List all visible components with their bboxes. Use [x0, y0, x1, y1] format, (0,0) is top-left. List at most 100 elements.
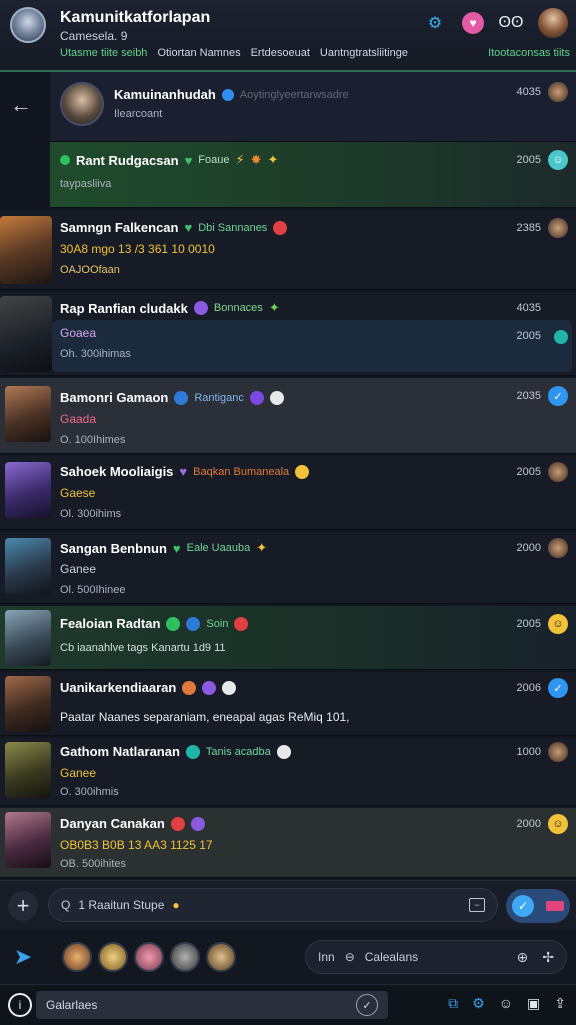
- story-avatar[interactable]: [98, 942, 128, 972]
- chat-item[interactable]: Sangan Benbnun ♥ Eale Uaauba ✦ Ganee Ol. 50…: [0, 532, 576, 604]
- smile-icon[interactable]: ☺: [499, 995, 513, 1012]
- header-tabs: Utasme tiite seibh Otiortan Namnes Ertde…: [60, 47, 570, 59]
- chat-time: 2005: [516, 466, 541, 478]
- chat-name: Fealoian Radtan Soin: [60, 616, 249, 631]
- search-icon: Q: [61, 898, 71, 912]
- chat-name: Rap Ranfian cludakk Bonnaces ✦: [60, 300, 280, 316]
- chat-mode-icon[interactable]: ✓: [512, 895, 534, 917]
- confirm-icon[interactable]: ✓: [356, 994, 378, 1016]
- sticker-icon[interactable]: ●: [172, 898, 179, 912]
- chat-item[interactable]: Gathom Natlaranan Tanis acadba Ganee O. 3…: [0, 738, 576, 806]
- network-icon[interactable]: ⚙: [422, 10, 448, 36]
- chat-message: Gaada: [60, 412, 97, 426]
- chat-time: 2385: [516, 222, 541, 234]
- search-label: Calealans: [364, 950, 419, 964]
- story-avatar[interactable]: [62, 942, 92, 972]
- add-attachment-button[interactable]: +: [8, 891, 38, 921]
- chat-item[interactable]: Sahoek Mooliaigis ♥ Baqkan Bumaneala Gaese…: [0, 456, 576, 530]
- app-header: Kamunitkatforlapan Camesela. 9 Utasme ti…: [0, 0, 576, 72]
- app-subtitle: Camesela. 9: [60, 29, 128, 43]
- chat-item[interactable]: Bamonri Gamaon Rantiganc Gaada O. 100Ihim…: [0, 378, 576, 454]
- verified-icon: ✓: [548, 678, 568, 698]
- zoom-icon[interactable]: ⊕: [517, 949, 529, 966]
- chat-item[interactable]: Kamuinanhudah Aoytinglyeertarwsadre Ilear…: [50, 72, 576, 142]
- chat-item[interactable]: Rant Rudgacsan ♥ Foaue ⚡ ✸ ✦ taypasliiva 2005…: [50, 142, 576, 208]
- search-field[interactable]: Inn ⊖ Calealans ⊕ ✢: [305, 940, 567, 974]
- story-avatars: [62, 942, 236, 972]
- contact-avatar: [0, 216, 52, 284]
- chat-time: 2005: [516, 154, 541, 166]
- chat-status: O. 300ihmis: [60, 786, 119, 798]
- image-icon[interactable]: ▣: [527, 995, 540, 1012]
- chat-message: Gaese: [60, 486, 96, 500]
- chat-status: Ol. 300ihims: [60, 508, 122, 520]
- app-title: Kamunitkatforlapan: [60, 9, 211, 26]
- chat-name: Uanikarkendiaaran: [60, 680, 237, 695]
- chat-message: Goaea: [60, 326, 97, 340]
- bottom-input[interactable]: Galarlaes ✓: [36, 991, 388, 1019]
- search-prefix: Inn: [318, 950, 335, 964]
- stories-bar: ➤ Inn ⊖ Calealans ⊕ ✢: [0, 930, 576, 984]
- chat-item[interactable]: Uanikarkendiaaran Paatar Naanes separani…: [0, 672, 576, 736]
- bottom-input-text: Galarlaes: [46, 998, 98, 1012]
- message-bubble: [52, 320, 572, 372]
- chat-item[interactable]: Samngn Falkencan ♥ Dbi Sannanes 30A8 mgo 1…: [0, 210, 576, 290]
- chat-name: Sangan Benbnun ♥ Eale Uaauba ✦: [60, 540, 268, 556]
- composer-placeholder: 1 Raaitun Stupe: [78, 898, 165, 912]
- mode-toggle[interactable]: ✓: [506, 889, 570, 923]
- search-icon: ⊖: [344, 950, 355, 964]
- story-avatar[interactable]: [170, 942, 200, 972]
- chat-time-secondary: 2005: [516, 330, 541, 342]
- message-composer: + Q 1 Raaitun Stupe ● − ✓: [0, 880, 576, 931]
- chat-message: OB0B3 B0B 13 AA3 1125 17: [60, 838, 213, 852]
- mini-avatar: [548, 742, 568, 762]
- share-icon[interactable]: ⇪: [554, 995, 566, 1012]
- chat-status: O. 100Ihimes: [60, 434, 126, 446]
- chat-name: Samngn Falkencan ♥ Dbi Sannanes: [60, 220, 288, 235]
- user-avatar[interactable]: [10, 7, 46, 43]
- chat-message: Ganee: [60, 766, 97, 780]
- story-avatar[interactable]: [134, 942, 164, 972]
- contact-avatar: [5, 462, 51, 518]
- tab-3[interactable]: Uantngtratsliitinge: [320, 47, 408, 59]
- chat-time: 2005: [516, 618, 541, 630]
- pin-icon[interactable]: ✢: [542, 949, 554, 966]
- chat-status: Cb iaanahlve tags Kanartu 1d9 11: [60, 642, 226, 654]
- chat-name: Kamuinanhudah Aoytinglyeertarwsadre: [114, 87, 349, 102]
- tab-4[interactable]: Itootaconsas tiits: [488, 47, 570, 59]
- tab-1[interactable]: Otiortan Namnes: [157, 47, 240, 59]
- sound-icon[interactable]: ʘʘ: [498, 10, 524, 36]
- bottom-toolbar: ⧉ ⚙ ☺ ▣ ⇪: [448, 995, 566, 1012]
- message-input[interactable]: Q 1 Raaitun Stupe ● −: [48, 888, 498, 922]
- mini-avatar: [548, 218, 568, 238]
- attach-icon[interactable]: −: [469, 898, 485, 912]
- chat-item[interactable]: Danyan Canakan OB0B3 B0B 13 AA3 1125 17 …: [0, 808, 576, 878]
- chat-message: Ganee: [60, 562, 97, 576]
- chat-item[interactable]: Rap Ranfian cludakk Bonnaces ✦ Goaea Oh. 3…: [0, 292, 576, 376]
- mini-avatar: [548, 538, 568, 558]
- unread-dot-icon: [554, 330, 568, 344]
- info-icon[interactable]: i: [8, 993, 32, 1017]
- verified-icon: ✓: [548, 386, 568, 406]
- bottom-bar: i Galarlaes ✓ ⧉ ⚙ ☺ ▣ ⇪: [0, 984, 576, 1025]
- grid-icon[interactable]: ⧉: [448, 995, 458, 1012]
- contact-avatar: [0, 296, 52, 372]
- profile-icon[interactable]: [538, 8, 568, 38]
- contact-avatar: [5, 742, 51, 798]
- story-avatar[interactable]: [206, 942, 236, 972]
- back-arrow-icon[interactable]: ←: [8, 92, 34, 118]
- chat-name: Rant Rudgacsan ♥ Foaue ⚡ ✸ ✦: [60, 152, 278, 168]
- tab-2[interactable]: Ertdesoeuat: [251, 47, 310, 59]
- tab-0[interactable]: Utasme tiite seibh: [60, 47, 147, 59]
- send-icon[interactable]: ➤: [10, 944, 36, 970]
- chat-name: Sahoek Mooliaigis ♥ Baqkan Bumaneala: [60, 464, 310, 479]
- heart-icon[interactable]: ♥: [462, 12, 484, 34]
- chat-item[interactable]: Fealoian Radtan Soin Cb iaanahlve tags Ka…: [0, 606, 576, 670]
- gear-icon[interactable]: ⚙: [472, 995, 485, 1012]
- chat-status: OB. 500ihites: [60, 858, 127, 870]
- contact-avatar: [5, 812, 51, 868]
- contact-avatar: [5, 610, 51, 666]
- menu-icon[interactable]: [546, 901, 564, 911]
- emoji-icon: ☺: [548, 150, 568, 170]
- chat-time: 2000: [516, 818, 541, 830]
